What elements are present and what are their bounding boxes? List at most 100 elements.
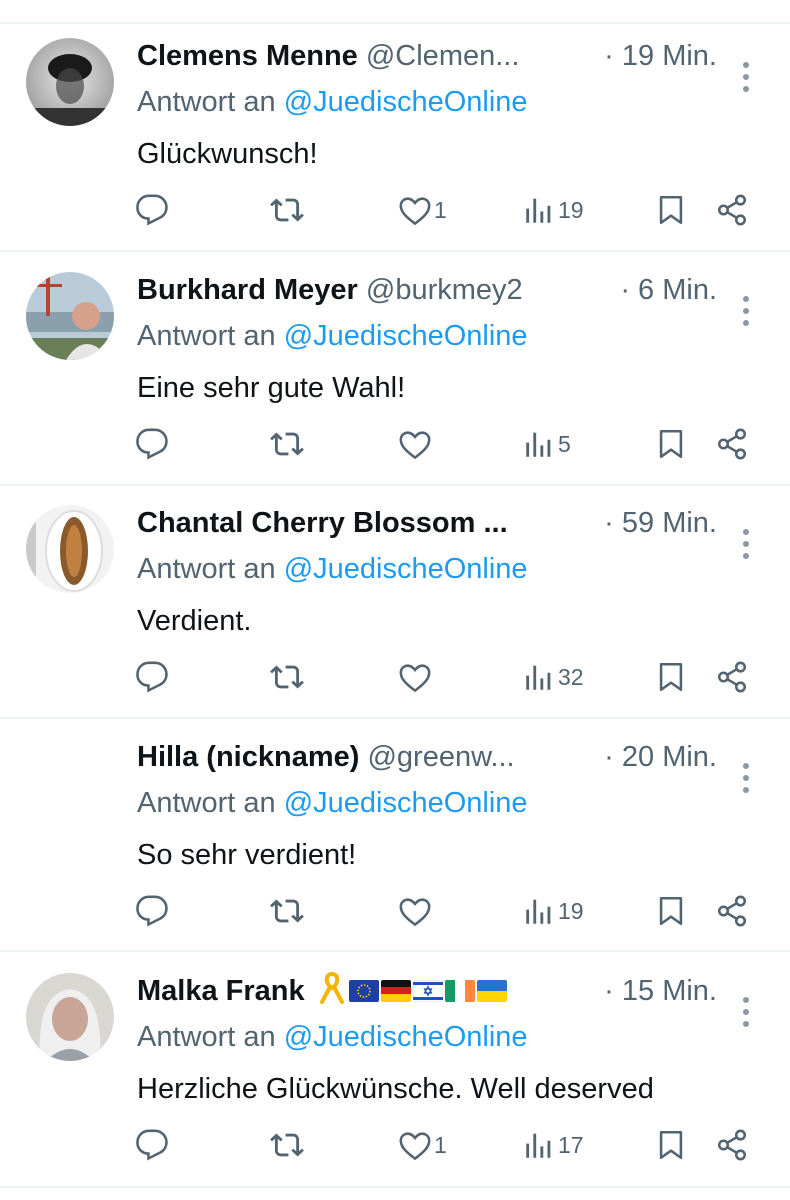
ireland-flag-icon [444, 980, 475, 1002]
views-button[interactable]: 19 [522, 891, 584, 931]
user-handle[interactable]: @greenw... [367, 741, 514, 773]
retweet-button[interactable] [270, 424, 304, 464]
share-button[interactable] [715, 891, 749, 931]
views-button[interactable]: 19 [522, 190, 584, 230]
display-name[interactable]: Burkhard Meyer [137, 274, 358, 306]
more-options-icon[interactable] [741, 997, 751, 1027]
more-options-icon[interactable] [741, 62, 751, 92]
reply-tweet[interactable]: Clemens Menne @Clemen... · 19 Min. Antwo… [0, 18, 790, 251]
avatar[interactable] [26, 505, 114, 593]
tweet-header: Malka Frank · 15 Min. [137, 971, 717, 1011]
retweet-button[interactable] [270, 190, 304, 230]
display-name[interactable]: Clemens Menne [137, 40, 358, 72]
share-button[interactable] [715, 424, 749, 464]
timestamp[interactable]: · 59 Min. [598, 503, 717, 543]
timestamp[interactable]: · 6 Min. [614, 270, 717, 310]
bookmark-button[interactable] [654, 657, 688, 697]
retweet-button[interactable] [270, 657, 304, 697]
like-button[interactable] [398, 891, 434, 931]
more-options-icon[interactable] [741, 529, 751, 559]
views-count: 5 [558, 430, 571, 457]
timestamp[interactable]: · 15 Min. [598, 971, 717, 1011]
action-bar: 1 19 [0, 190, 790, 230]
divider [0, 1186, 790, 1188]
user-handle[interactable]: @burkmey2 [366, 274, 523, 306]
action-bar: 1 17 [0, 1125, 790, 1165]
tweet-text: Glückwunsch! [137, 138, 318, 170]
views-button[interactable]: 17 [522, 1125, 584, 1165]
bookmark-button[interactable] [654, 891, 688, 931]
bookmark-button[interactable] [654, 1125, 688, 1165]
tweet-text: Eine sehr gute Wahl! [137, 372, 406, 404]
israel-flag-icon [412, 980, 443, 1002]
reply-button[interactable] [135, 1125, 169, 1165]
like-button[interactable] [398, 657, 434, 697]
display-name[interactable]: Chantal Cherry Blossom ... [137, 507, 508, 539]
reply-tweet[interactable]: Hilla (nickname) @greenw... · 20 Min. An… [0, 719, 790, 952]
divider [0, 950, 790, 952]
like-button[interactable]: 1 [398, 190, 447, 230]
retweet-button[interactable] [270, 891, 304, 931]
tweet-header: Clemens Menne @Clemen... · 19 Min. [137, 36, 717, 76]
reply-tweet[interactable]: Malka Frank · 15 Min. Antwort an @Juedis… [0, 953, 790, 1186]
like-icon [398, 894, 432, 928]
display-name[interactable]: Hilla (nickname) [137, 741, 359, 773]
likes-count: 1 [434, 1131, 447, 1158]
like-button[interactable]: 1 [398, 1125, 447, 1165]
timestamp[interactable]: · 20 Min. [598, 737, 717, 777]
reply-button[interactable] [135, 891, 169, 931]
views-icon [522, 427, 556, 461]
action-bar: 32 [0, 657, 790, 697]
bookmark-button[interactable] [654, 190, 688, 230]
mention-link[interactable]: @JuedischeOnline [284, 320, 528, 352]
yellow-ribbon-icon [319, 972, 345, 1004]
avatar[interactable] [26, 272, 114, 360]
tweet-header: Chantal Cherry Blossom ... · 59 Min. [137, 503, 717, 543]
reply-button[interactable] [135, 657, 169, 697]
more-options-icon[interactable] [741, 296, 751, 326]
reply-prefix: Antwort an [137, 787, 276, 819]
avatar[interactable] [26, 973, 114, 1061]
reply-button[interactable] [135, 424, 169, 464]
more-options-icon[interactable] [741, 763, 751, 793]
bookmark-button[interactable] [654, 424, 688, 464]
display-name[interactable]: Malka Frank [137, 975, 305, 1007]
user-handle[interactable]: @Clemen... [366, 40, 520, 72]
reply-icon [135, 193, 169, 227]
share-icon [715, 1128, 749, 1162]
tweet-header: Hilla (nickname) @greenw... · 20 Min. [137, 737, 717, 777]
share-button[interactable] [715, 657, 749, 697]
reply-icon [135, 660, 169, 694]
reply-button[interactable] [135, 190, 169, 230]
avatar[interactable] [26, 38, 114, 126]
views-button[interactable]: 32 [522, 657, 584, 697]
views-button[interactable]: 5 [522, 424, 571, 464]
reply-tweet[interactable]: Burkhard Meyer @burkmey2 · 6 Min. Antwor… [0, 252, 790, 485]
reply-tweet[interactable]: Chantal Cherry Blossom ... · 59 Min. Ant… [0, 485, 790, 718]
views-count: 19 [558, 196, 584, 223]
reply-prefix: Antwort an [137, 320, 276, 352]
views-icon [522, 193, 556, 227]
retweet-button[interactable] [270, 1125, 304, 1165]
share-icon [715, 193, 749, 227]
share-icon [715, 894, 749, 928]
timestamp[interactable]: · 19 Min. [598, 36, 717, 76]
reply-prefix: Antwort an [137, 1021, 276, 1053]
mention-link[interactable]: @JuedischeOnline [284, 86, 528, 118]
tweet-text: Herzliche Glückwünsche. Well deserved [137, 1073, 654, 1105]
reply-prefix: Antwort an [137, 86, 276, 118]
share-button[interactable] [715, 190, 749, 230]
mention-link[interactable]: @JuedischeOnline [284, 1021, 528, 1053]
tweet-header: Burkhard Meyer @burkmey2 · 6 Min. [137, 270, 717, 310]
bookmark-icon [654, 894, 688, 928]
reply-context: Antwort an @JuedischeOnline [137, 82, 528, 122]
like-icon [398, 660, 432, 694]
retweet-icon [270, 894, 304, 928]
like-icon [398, 1128, 432, 1162]
mention-link[interactable]: @JuedischeOnline [284, 787, 528, 819]
like-button[interactable] [398, 424, 434, 464]
share-button[interactable] [715, 1125, 749, 1165]
retweet-icon [270, 660, 304, 694]
mention-link[interactable]: @JuedischeOnline [284, 553, 528, 585]
bookmark-icon [654, 1128, 688, 1162]
